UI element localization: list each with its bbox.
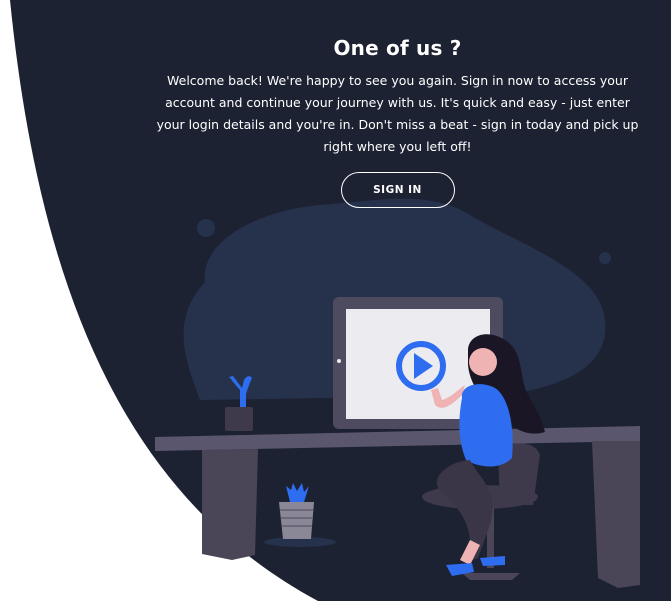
floor-plant <box>286 483 309 502</box>
bubble-tiny <box>599 252 611 264</box>
legs <box>436 460 493 562</box>
face <box>469 348 497 376</box>
pot-floor <box>279 502 314 539</box>
bubble-large <box>223 250 253 280</box>
panel-description: Welcome back! We're happy to see you aga… <box>156 73 639 154</box>
desk-leg-left <box>202 449 258 560</box>
monitor-dot <box>337 359 341 363</box>
chair-base <box>462 573 520 580</box>
pot-desk <box>225 407 253 431</box>
sign-in-button[interactable]: SIGN IN <box>340 172 455 208</box>
bubble-small <box>197 219 215 237</box>
signin-panel: One of us ? Welcome back! We're happy to… <box>150 30 645 208</box>
login-page: One of us ? Welcome back! We're happy to… <box>0 0 671 601</box>
panel-title: One of us ? <box>333 36 462 60</box>
desk-leg-right <box>592 441 640 588</box>
